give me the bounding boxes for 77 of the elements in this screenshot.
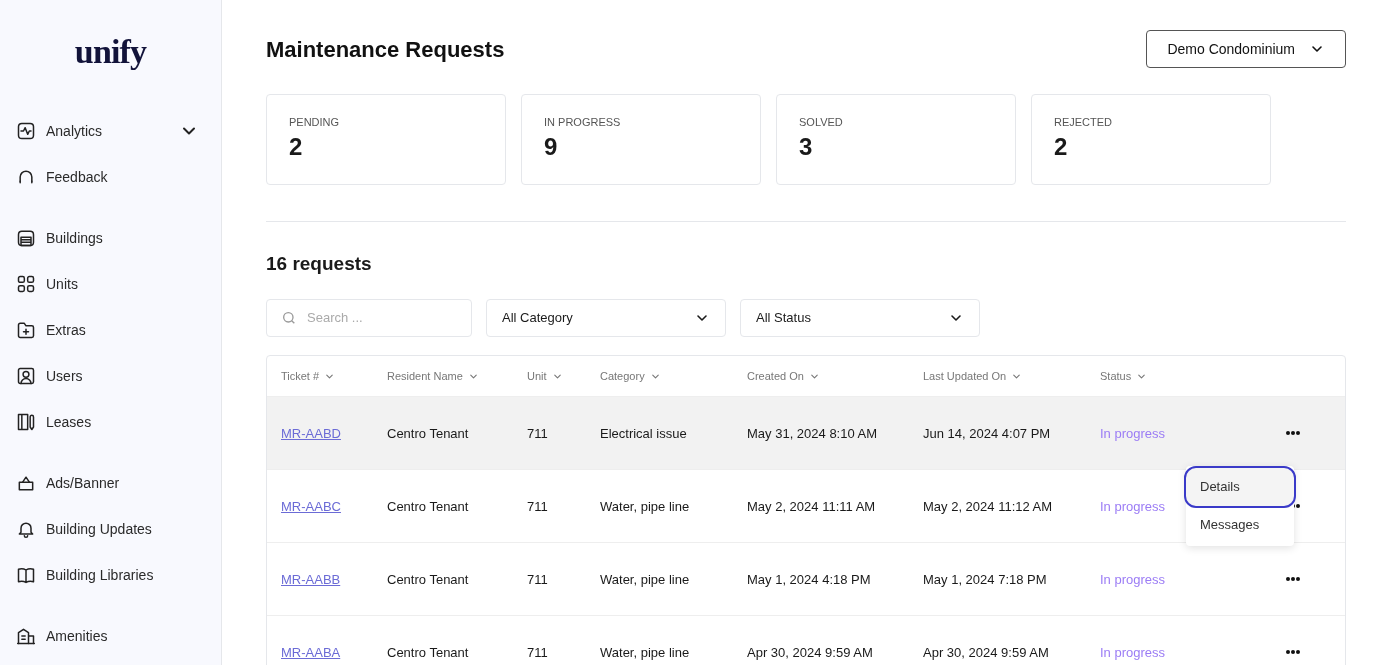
table-cell: Water, pipe line — [600, 499, 690, 514]
user-square-icon — [16, 366, 36, 386]
sidebar-item[interactable]: Building Libraries — [0, 560, 221, 590]
ticket-link[interactable]: MR-AABA — [281, 645, 341, 660]
ticket-link[interactable]: MR-AABD — [281, 426, 341, 441]
column-header[interactable]: Ticket # — [281, 367, 336, 385]
table-cell: Centro Tenant — [387, 572, 469, 587]
requests-count: 16 requests — [266, 252, 373, 276]
sidebar-item[interactable]: Ads/Banner — [0, 468, 221, 498]
logo: unify — [74, 32, 147, 72]
status-text: In progress — [1100, 426, 1166, 441]
table-cell: Centro Tenant — [387, 499, 469, 514]
table-cell: Apr 30, 2024 9:59 AM — [923, 645, 1049, 660]
book-icon — [16, 565, 36, 585]
table-cell: May 1, 2024 7:18 PM — [923, 572, 1047, 587]
table-cell: 711 — [527, 645, 548, 660]
stat-value: 2 — [289, 132, 304, 162]
stat-value: 2 — [1054, 132, 1069, 162]
more-icon[interactable] — [1284, 430, 1302, 436]
table-row[interactable]: MR-AABD Centro Tenant 711 Electrical issue May 31, 2024 8:10 AM Jun 14, 2024 4:07 PM In progress — [267, 397, 1345, 470]
search-icon — [281, 310, 297, 326]
table-cell: Water, pipe line — [600, 645, 690, 660]
ticket-link[interactable]: MR-AABC — [281, 499, 341, 514]
column-header[interactable]: Last Updated On — [923, 367, 1023, 385]
column-header[interactable]: Unit — [527, 367, 563, 385]
sidebar-item[interactable]: Leases — [0, 407, 221, 437]
table-cell: May 31, 2024 8:10 AM — [747, 426, 878, 441]
stat-label: PENDING — [289, 115, 341, 129]
table-cell: 711 — [527, 572, 548, 587]
sidebar-item[interactable]: Users — [0, 361, 221, 391]
property-select[interactable]: Demo Condominium — [1146, 30, 1346, 68]
sidebar-item[interactable]: Units — [0, 269, 221, 299]
pulse-icon — [16, 121, 36, 141]
sidebar-item[interactable]: Extras — [0, 315, 221, 345]
ticket-link[interactable]: MR-AABB — [281, 572, 341, 587]
stat-value: 9 — [544, 132, 559, 162]
table-cell: Apr 30, 2024 9:59 AM — [747, 645, 873, 660]
stat-value: 3 — [799, 132, 814, 162]
table-cell: Electrical issue — [600, 426, 687, 441]
stat-label: SOLVED — [799, 115, 844, 129]
status-text: In progress — [1100, 572, 1166, 587]
sidebar-item[interactable]: Building Updates — [0, 514, 221, 544]
sidebar-item[interactable]: Feedback — [0, 162, 221, 192]
search-input[interactable]: Search ... — [307, 308, 457, 328]
status-text: In progress — [1100, 645, 1166, 660]
column-header[interactable]: Resident Name — [387, 367, 479, 385]
category-select[interactable]: All Category — [486, 299, 726, 337]
table-cell: Centro Tenant — [387, 426, 469, 441]
table-cell: Centro Tenant — [387, 645, 469, 660]
notebook-pen-icon — [16, 412, 36, 432]
stat-label: REJECTED — [1054, 115, 1114, 129]
folder-plus-icon — [16, 320, 36, 340]
sidebar-item[interactable]: Buildings — [0, 223, 221, 253]
column-header[interactable]: Category — [600, 367, 661, 385]
page-title: Maintenance Requests — [266, 35, 505, 64]
column-header[interactable]: Status — [1100, 367, 1148, 385]
menu-item[interactable]: Details — [1186, 468, 1294, 506]
menu-item[interactable]: Messages — [1186, 506, 1294, 544]
search-field[interactable]: Search ... — [266, 299, 472, 337]
garage-icon — [16, 228, 36, 248]
table-cell: May 2, 2024 11:12 AM — [923, 499, 1053, 514]
sidebar-item[interactable]: Amenities — [0, 621, 221, 651]
table-cell: May 1, 2024 4:18 PM — [747, 572, 871, 587]
table-cell: Water, pipe line — [600, 572, 690, 587]
sidebar-item[interactable]: Analytics — [0, 116, 221, 146]
building-icon — [16, 626, 36, 646]
table-cell: 711 — [527, 426, 548, 441]
column-header[interactable]: Created On — [747, 367, 820, 385]
grid-icon — [16, 274, 36, 294]
table-cell: Jun 14, 2024 4:07 PM — [923, 426, 1051, 441]
stat-label: IN PROGRESS — [544, 115, 622, 129]
status-text: In progress — [1100, 499, 1166, 514]
more-icon[interactable] — [1284, 649, 1302, 655]
more-icon[interactable] — [1284, 576, 1302, 582]
table-cell: May 2, 2024 11:11 AM — [747, 499, 876, 514]
table-cell: 711 — [527, 499, 548, 514]
status-select[interactable]: All Status — [740, 299, 980, 337]
